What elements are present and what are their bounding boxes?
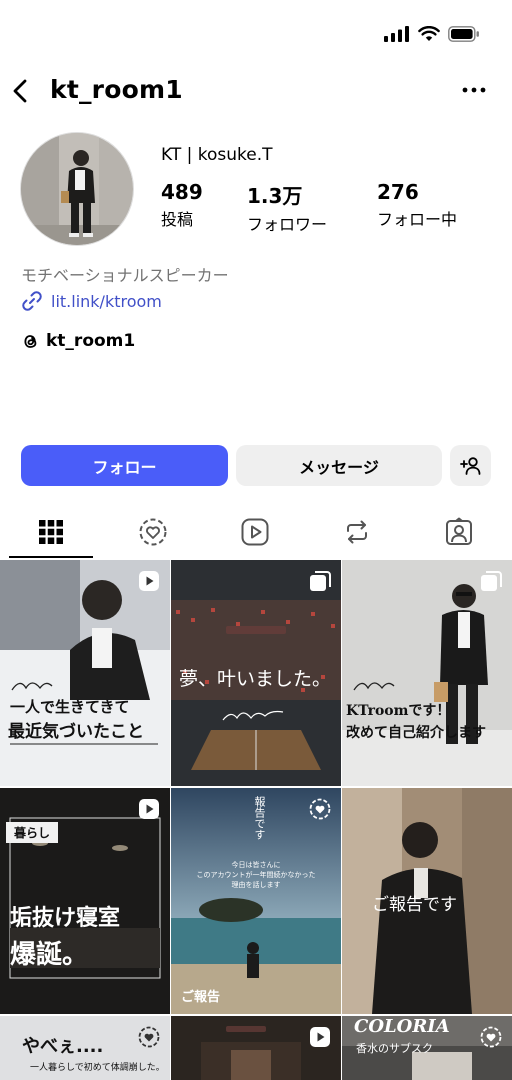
- followers-count[interactable]: 1.3万 フォロワー: [247, 180, 327, 235]
- post-caption: 夢、叶いました。: [179, 668, 332, 690]
- posts-count-value: 489: [161, 180, 203, 204]
- post-caption: 垢抜け寝室: [10, 905, 121, 931]
- post-tile[interactable]: 暮らし 垢抜け寝室 爆誕。: [0, 788, 170, 1014]
- reel-badge-icon: [139, 799, 159, 819]
- profile-tabs: [0, 506, 512, 558]
- threads-icon: [24, 334, 37, 348]
- post-caption: KTroomです！: [346, 703, 451, 719]
- more-options-icon[interactable]: [460, 80, 488, 100]
- post-subcaption: 香水のサブスク: [356, 1042, 433, 1055]
- tab-tagged[interactable]: [408, 506, 510, 558]
- post-tile[interactable]: [171, 1016, 341, 1080]
- heart-circle-icon: [139, 518, 167, 546]
- add-user-icon: [459, 456, 480, 475]
- reel-badge-icon: [139, 571, 159, 591]
- following-count[interactable]: 276 フォロー中: [377, 180, 457, 230]
- post-subcaption: 一人暮らしで初めて体調崩した。: [30, 1063, 165, 1073]
- posts-count-label: 投稿: [161, 210, 194, 229]
- post-subcaption: 理由を話します: [231, 881, 281, 889]
- following-count-label: フォロー中: [377, 210, 458, 229]
- link-icon: [22, 291, 42, 311]
- post-caption-vertical: 報告です: [253, 796, 266, 840]
- post-tag: 暮らし: [6, 822, 59, 843]
- repost-icon: [347, 520, 367, 544]
- tagged-icon: [446, 517, 472, 545]
- post-caption: 一人で生きてきて: [10, 698, 130, 716]
- post-tile[interactable]: COLORIA 香水のサブスク: [342, 1016, 512, 1080]
- tab-reposts[interactable]: [306, 506, 408, 558]
- wifi-icon: [418, 26, 440, 41]
- reel-badge-icon: [310, 1027, 330, 1047]
- follow-button[interactable]: フォロー: [21, 445, 228, 486]
- post-caption: ご報告です: [372, 895, 457, 915]
- bio-text: モチベーショナルスピーカー: [21, 266, 229, 285]
- post-tile[interactable]: 夢、叶いました。: [171, 560, 341, 786]
- battery-icon: [448, 26, 479, 42]
- post-caption: 改めて自己紹介します: [346, 725, 486, 741]
- heart-circle-icon: [138, 1026, 160, 1048]
- active-tab-indicator: [9, 556, 93, 558]
- post-tile[interactable]: 一人で生きてきて 最近気づいたこと: [0, 560, 170, 786]
- threads-badge[interactable]: kt_room1: [21, 331, 135, 351]
- heart-circle-icon: [480, 1026, 502, 1048]
- post-tile[interactable]: ご報告です: [342, 788, 512, 1014]
- post-caption: ご報告: [181, 990, 221, 1005]
- page-title: kt_room1: [50, 75, 183, 104]
- profile-link-text[interactable]: lit.link/ktroom: [51, 292, 162, 311]
- back-icon[interactable]: [10, 78, 32, 104]
- post-tile[interactable]: やべぇ.... 一人暮らしで初めて体調崩した。: [0, 1016, 170, 1080]
- posts-count[interactable]: 489 投稿: [161, 180, 203, 230]
- avatar[interactable]: [20, 132, 134, 246]
- followers-count-label: フォロワー: [247, 215, 328, 234]
- post-subcaption: 今日は皆さんに: [231, 861, 281, 869]
- post-caption: 最近気づいたこと: [8, 722, 144, 742]
- post-caption: やべぇ....: [22, 1036, 104, 1057]
- threads-handle: kt_room1: [46, 331, 136, 351]
- heart-circle-icon: [309, 798, 331, 820]
- message-button[interactable]: メッセージ: [236, 445, 442, 486]
- profile-header: kt_room1: [0, 68, 512, 114]
- tab-reels[interactable]: [204, 506, 306, 558]
- grid-icon: [39, 520, 63, 544]
- reels-icon: [241, 518, 269, 546]
- post-caption: COLORIA: [354, 1016, 450, 1037]
- post-subcaption: このアカウントが一年間続かなかった: [196, 871, 316, 879]
- suggested-users-button[interactable]: [450, 445, 491, 486]
- post-tile[interactable]: 報告です 今日は皆さんに このアカウントが一年間続かなかった 理由を話します ご…: [171, 788, 341, 1014]
- carousel-badge-icon: [310, 571, 331, 591]
- profile-link[interactable]: lit.link/ktroom: [21, 290, 162, 312]
- tab-highlights[interactable]: [102, 506, 204, 558]
- status-bar: [0, 0, 512, 64]
- tab-posts-grid[interactable]: [0, 506, 102, 558]
- post-caption: 爆誕。: [10, 940, 89, 970]
- followers-count-value: 1.3万: [247, 184, 303, 208]
- carousel-badge-icon: [481, 571, 502, 591]
- signal-icon: [384, 26, 409, 42]
- following-count-value: 276: [377, 180, 419, 204]
- display-name: KT | kosuke.T: [161, 145, 273, 165]
- post-tile[interactable]: KTroomです！ 改めて自己紹介します: [342, 560, 512, 786]
